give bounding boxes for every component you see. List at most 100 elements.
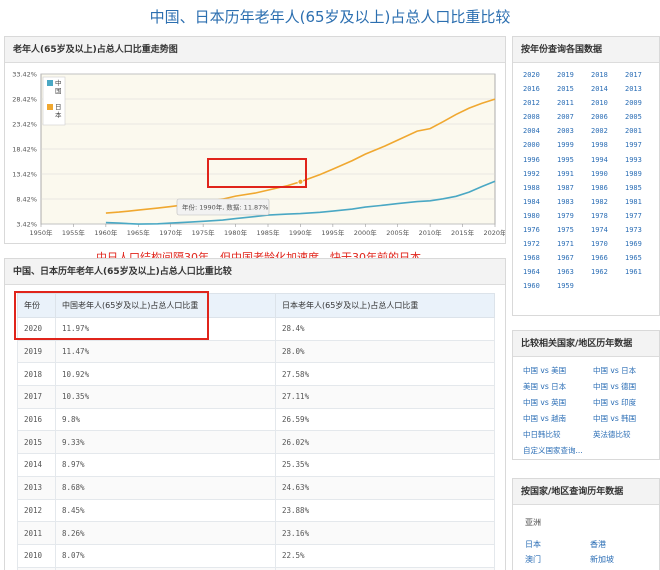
year-link[interactable]: 1972 — [523, 240, 557, 248]
year-link[interactable]: 2016 — [523, 85, 557, 93]
year-link[interactable]: 1980 — [523, 212, 557, 220]
x-tick-label: 1965年 — [127, 228, 151, 237]
compare-link[interactable]: 英法德比较 — [593, 429, 660, 440]
compare-link[interactable]: 中国 vs 韩国 — [593, 413, 660, 424]
year-link[interactable]: 1965 — [625, 254, 659, 262]
year-link[interactable]: 1974 — [591, 226, 625, 234]
region-link[interactable]: 澳门 — [525, 554, 590, 565]
year-link[interactable]: 1962 — [591, 268, 625, 276]
year-link[interactable]: 1984 — [523, 198, 557, 206]
year-link[interactable]: 1998 — [591, 141, 625, 149]
year-link[interactable]: 1985 — [625, 184, 659, 192]
cell-year: 2014 — [17, 453, 56, 477]
region-link[interactable]: 日本 — [525, 539, 590, 550]
year-link[interactable]: 2000 — [523, 141, 557, 149]
year-link[interactable]: 1959 — [557, 282, 591, 290]
year-link[interactable]: 2017 — [625, 71, 659, 79]
compare-link[interactable]: 中国 vs 美国 — [523, 365, 591, 376]
year-link[interactable]: 2019 — [557, 71, 591, 79]
year-link[interactable]: 2005 — [625, 113, 659, 121]
year-link[interactable]: 2004 — [523, 127, 557, 135]
year-link[interactable]: 1994 — [591, 156, 625, 164]
year-link[interactable]: 2012 — [523, 99, 557, 107]
year-link[interactable]: 1975 — [557, 226, 591, 234]
year-link[interactable]: 1971 — [557, 240, 591, 248]
year-link[interactable]: 2001 — [625, 127, 659, 135]
compare-link[interactable]: 中国 vs 越南 — [523, 413, 591, 424]
year-link[interactable]: 1986 — [591, 184, 625, 192]
trend-chart[interactable]: 3.42% 8.42% 13.42% 18.42% 23.42% 28.42% 33.42%… — [5, 63, 505, 243]
year-link[interactable]: 2011 — [557, 99, 591, 107]
year-link[interactable]: 1987 — [557, 184, 591, 192]
year-link[interactable]: 1964 — [523, 268, 557, 276]
region-panel: 按国家/地区查询历年数据 亚洲 日本 香港 澳门 新加坡 — [512, 478, 660, 570]
year-link[interactable]: 1992 — [523, 170, 557, 178]
year-link[interactable]: 1997 — [625, 141, 659, 149]
year-heading: 按年份查询各国数据 — [513, 37, 659, 63]
year-link[interactable]: 1970 — [591, 240, 625, 248]
compare-link[interactable]: 中国 vs 德国 — [593, 381, 660, 392]
year-link[interactable]: 1990 — [591, 170, 625, 178]
compare-link[interactable]: 自定义国家查询... — [523, 445, 591, 456]
year-link[interactable]: 2007 — [557, 113, 591, 121]
x-tick-label: 2015年 — [451, 228, 475, 237]
cell-china: 10.92% — [55, 362, 276, 387]
year-link[interactable]: 2020 — [523, 71, 557, 79]
table-row: 2020 11.97% 28.4% — [17, 317, 495, 341]
year-link[interactable]: 2002 — [591, 127, 625, 135]
year-link[interactable]: 2008 — [523, 113, 557, 121]
region-link[interactable]: 香港 — [590, 539, 655, 550]
year-link[interactable]: 1963 — [557, 268, 591, 276]
year-link[interactable]: 1977 — [625, 212, 659, 220]
year-link[interactable]: 2003 — [557, 127, 591, 135]
year-link[interactable]: 2010 — [591, 99, 625, 107]
year-link[interactable]: 2013 — [625, 85, 659, 93]
x-tick-label: 1990年 — [289, 228, 313, 237]
year-link[interactable]: 1989 — [625, 170, 659, 178]
year-link[interactable]: 1988 — [523, 184, 557, 192]
year-link[interactable]: 1960 — [523, 282, 557, 290]
cell-china: 8.45% — [55, 498, 276, 523]
year-link[interactable]: 2018 — [591, 71, 625, 79]
year-link[interactable]: 1996 — [523, 156, 557, 164]
header-china[interactable]: 中国老年人(65岁及以上)占总人口比重 — [55, 293, 276, 318]
year-link[interactable]: 1961 — [625, 268, 659, 276]
compare-link[interactable]: 中日韩比较 — [523, 429, 591, 440]
year-link[interactable]: 1973 — [625, 226, 659, 234]
year-link[interactable]: 1995 — [557, 156, 591, 164]
year-link[interactable]: 1982 — [591, 198, 625, 206]
year-link[interactable]: 1966 — [591, 254, 625, 262]
year-link[interactable]: 1968 — [523, 254, 557, 262]
y-tick-label: 23.42% — [12, 121, 37, 129]
region-grid: 日本 香港 澳门 新加坡 — [525, 539, 655, 565]
year-link[interactable]: 1967 — [557, 254, 591, 262]
year-link[interactable]: 1978 — [591, 212, 625, 220]
year-link[interactable]: 1983 — [557, 198, 591, 206]
header-japan[interactable]: 日本老年人(65岁及以上)占总人口比重 — [275, 293, 495, 318]
year-link[interactable]: 1981 — [625, 198, 659, 206]
highlight-point — [297, 178, 304, 185]
year-link[interactable]: 1969 — [625, 240, 659, 248]
compare-list: 中国 vs 美国 中国 vs 日本 美国 vs 日本 中国 vs 德国 中国 vs 英国… — [523, 365, 660, 456]
x-tick-label: 1975年 — [192, 228, 216, 237]
compare-link[interactable]: 中国 vs 日本 — [593, 365, 660, 376]
compare-link[interactable]: 中国 vs 英国 — [523, 397, 591, 408]
compare-link[interactable]: 中国 vs 印度 — [593, 397, 660, 408]
year-link[interactable]: 1991 — [557, 170, 591, 178]
year-link[interactable]: 2006 — [591, 113, 625, 121]
header-year[interactable]: 年份 — [17, 293, 56, 318]
year-link[interactable]: 1979 — [557, 212, 591, 220]
year-link[interactable]: 1976 — [523, 226, 557, 234]
compare-link[interactable]: 美国 vs 日本 — [523, 381, 591, 392]
cell-year: 2016 — [17, 407, 56, 432]
cell-year: 2017 — [17, 385, 56, 409]
year-link[interactable]: 2015 — [557, 85, 591, 93]
region-link[interactable]: 新加坡 — [590, 554, 655, 565]
year-link[interactable]: 1993 — [625, 156, 659, 164]
year-link[interactable]: 2009 — [625, 99, 659, 107]
cell-japan: 26.02% — [275, 430, 495, 455]
year-link[interactable]: 2014 — [591, 85, 625, 93]
tooltip-text: 年份: 1990年, 数据: 11.87% — [182, 203, 268, 212]
cell-japan: 28.4% — [275, 317, 495, 341]
year-link[interactable]: 1999 — [557, 141, 591, 149]
